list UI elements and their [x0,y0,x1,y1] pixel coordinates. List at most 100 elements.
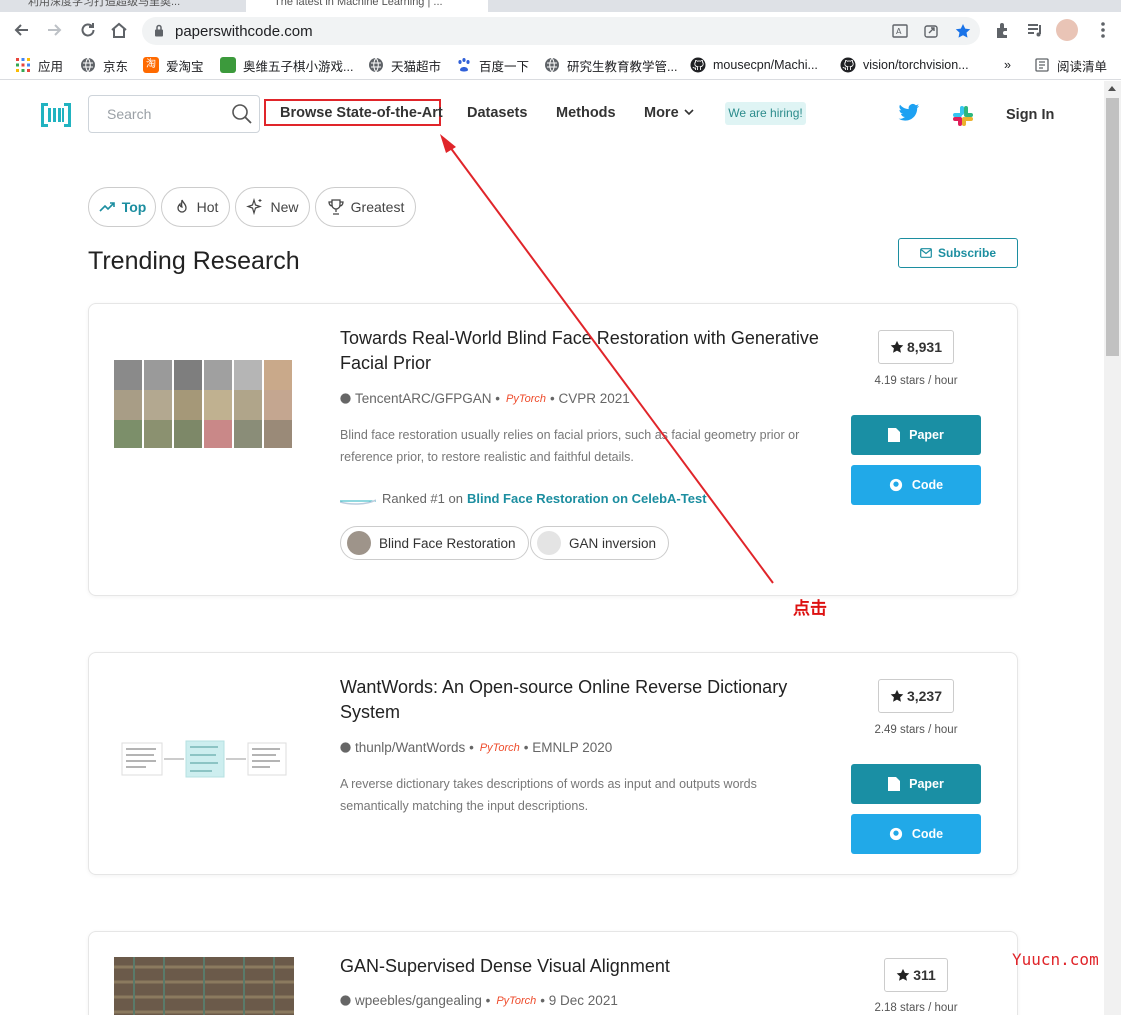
subscribe-button[interactable]: Subscribe [898,238,1018,268]
task-tag[interactable]: GAN inversion [530,526,670,560]
page-title: Trending Research [88,247,300,275]
globe-icon [81,57,95,73]
bookmark-apps[interactable]: 应用 [15,55,63,75]
paper-meta: TencentARC/GFPGAN • PyTorch • CVPR 2021 [340,391,630,406]
reading-list-button[interactable]: 阅读清单 [1034,55,1107,75]
paper-thumbnail[interactable] [114,739,294,779]
bookmark-tmall[interactable]: 天猫超市 [368,55,441,75]
document-icon [888,428,901,442]
sign-in-link[interactable]: Sign In [1006,107,1054,123]
repo-link[interactable]: wpeebles/gangealing [355,993,482,1008]
bookmark-github-torchvision[interactable]: vision/torchvision... [840,55,969,75]
nav-datasets[interactable]: Datasets [467,105,527,121]
bookmarks-bar: 应用 京东 淘 爱淘宝 奥维五子棋小游戏... 天猫超市 百度一下 研究生教育教… [0,50,1121,80]
scrollbar-thumb[interactable] [1106,98,1119,356]
trophy-icon [327,199,344,215]
pytorch-badge: PyTorch [506,392,546,405]
nav-browse-sota[interactable]: Browse State-of-the-Art [280,105,443,121]
star-icon [890,340,904,353]
browser-toolbar: paperswithcode.com A [0,12,1121,50]
hiring-badge[interactable]: We are hiring! [725,102,806,125]
reload-button[interactable] [76,18,100,42]
baidu-paw-icon [458,58,470,72]
pytorch-badge: PyTorch [479,741,520,754]
paper-ranking: Ranked #1 on Blind Face Restoration on C… [340,491,707,506]
bookmark-star-icon[interactable] [955,23,971,39]
repo-link[interactable]: thunlp/WantWords [355,740,465,755]
paper-button[interactable]: Paper [851,764,981,804]
bookmark-aitaobao[interactable]: 淘 爱淘宝 [143,55,204,75]
reload-icon [81,23,95,37]
paper-abstract: Blind face restoration usually relies on… [340,428,800,464]
home-icon [111,22,127,38]
task-thumbnail [347,531,371,555]
bookmark-graduate[interactable]: 研究生教育教学管... [544,55,677,75]
bookmark-gomoku[interactable]: 奥维五子棋小游戏... [220,55,353,75]
scroll-up-arrow[interactable] [1108,86,1116,91]
bookmark-baidu[interactable]: 百度一下 [456,55,529,75]
menu-dots-icon[interactable] [1093,20,1113,40]
page-scrollbar[interactable] [1104,81,1121,1015]
address-bar[interactable]: paperswithcode.com A [142,17,980,45]
globe-icon [545,57,559,73]
paper-title[interactable]: Towards Real-World Blind Face Restoratio… [340,326,830,376]
ranking-link[interactable]: Blind Face Restoration on CelebA-Test [467,491,707,506]
paper-thumbnail[interactable] [114,360,294,456]
game-icon [220,57,236,73]
taobao-icon: 淘 [143,57,159,73]
arrow-right-icon [48,24,62,36]
paper-card: Towards Real-World Blind Face Restoratio… [88,303,1018,596]
bookmarks-overflow-button[interactable]: » [1004,55,1011,75]
code-button[interactable]: Code [851,814,981,854]
star-icon [896,968,910,981]
repo-link[interactable]: TencentARC/GFPGAN [355,391,492,406]
paperswithcode-logo[interactable] [41,103,71,127]
search-icon[interactable] [231,103,253,125]
browser-tab-active[interactable]: The latest in Machine Learning | ... [246,0,488,12]
url-text: paperswithcode.com [175,23,313,40]
search-input[interactable] [107,106,227,122]
trending-up-icon [99,202,115,212]
bookmark-jd[interactable]: 京东 [80,55,128,75]
paper-abstract: A reverse dictionary takes descriptions … [340,777,757,813]
reading-list-icon [1035,58,1049,72]
github-stars: 8,931 [878,330,954,364]
page-viewport: Browse State-of-the-Art Datasets Methods… [0,81,1104,1015]
filter-hot[interactable]: Hot [161,187,230,227]
browser-tab[interactable]: 利用深度学习打造超级马里奥... [0,0,240,12]
home-button[interactable] [107,18,131,42]
venue: CVPR 2021 [558,391,630,406]
paper-title[interactable]: GAN-Supervised Dense Visual Alignment [340,954,830,979]
filter-greatest[interactable]: Greatest [315,187,416,227]
paper-thumbnail[interactable] [114,957,294,1015]
paper-title[interactable]: WantWords: An Open-source Online Reverse… [340,675,830,725]
task-tag[interactable]: Blind Face Restoration [340,526,529,560]
click-annotation-label: 点击 [793,599,827,619]
paper-meta: wpeebles/gangealing • PyTorch • 9 Dec 20… [340,993,618,1008]
github-icon [340,995,351,1006]
bookmark-github-mousecpn[interactable]: mousecpn/Machi... [690,55,818,75]
svg-text:A: A [896,27,902,36]
flame-icon [176,199,187,213]
back-button[interactable] [10,18,34,42]
arrow-left-icon [14,24,28,36]
task-thumbnail [537,531,561,555]
nav-methods[interactable]: Methods [556,105,616,121]
profile-avatar[interactable] [1056,19,1078,41]
github-icon [690,57,706,73]
share-icon[interactable] [923,23,939,39]
media-control-icon[interactable] [1025,20,1045,40]
paper-button[interactable]: Paper [851,415,981,455]
translate-icon[interactable]: A [892,23,908,39]
nav-more[interactable]: More [644,105,695,121]
paper-card: GAN-Supervised Dense Visual Alignment wp… [88,931,1018,1015]
code-button[interactable]: Code [851,465,981,505]
twitter-icon[interactable] [898,103,920,123]
forward-button[interactable] [42,18,66,42]
slack-icon[interactable] [952,105,974,127]
search-box [88,95,260,133]
filter-new[interactable]: New [235,187,310,227]
stars-per-hour: 2.18 stars / hour [874,1002,958,1014]
filter-top[interactable]: Top [88,187,156,227]
extensions-icon[interactable] [993,20,1013,40]
